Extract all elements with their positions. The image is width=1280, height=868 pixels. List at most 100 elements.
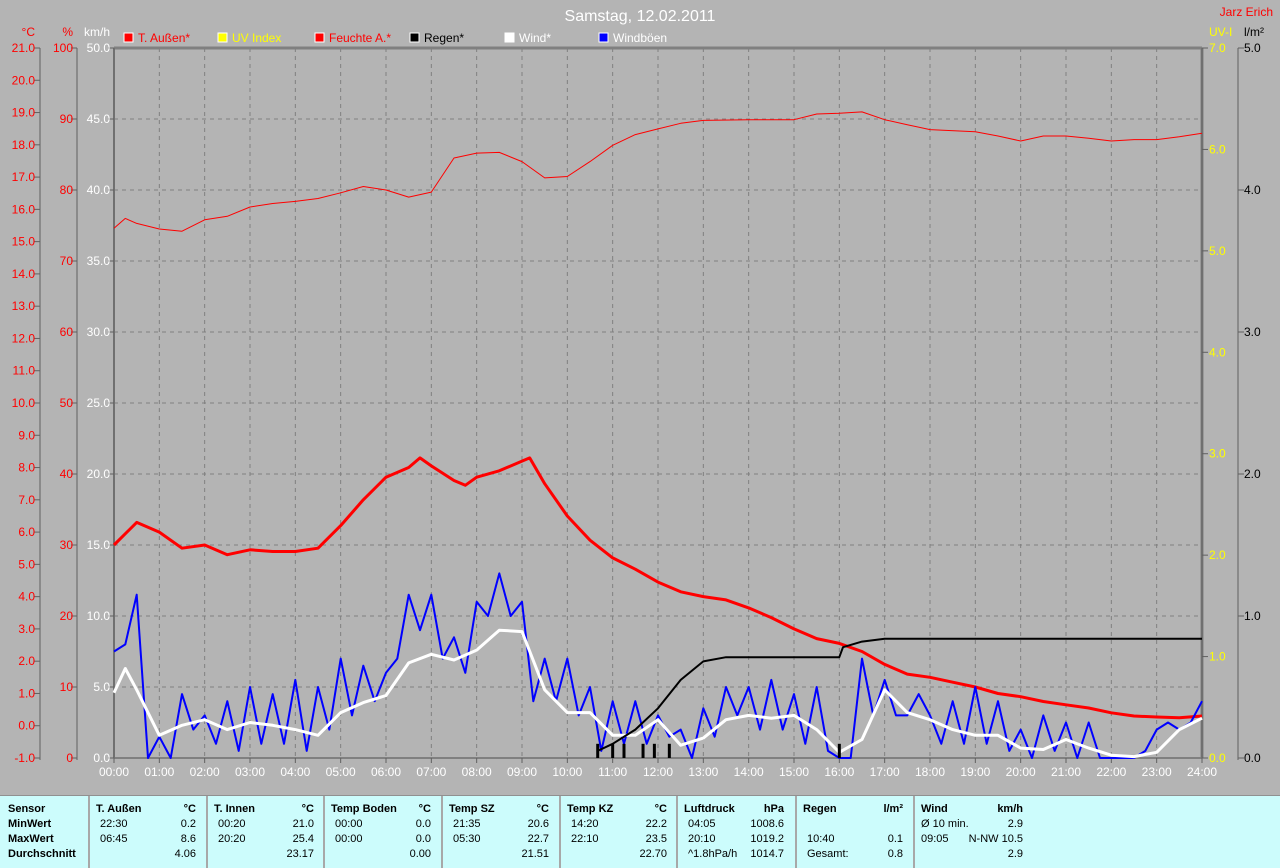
y-tick-label-temp: 20.0 (12, 73, 36, 87)
stats-column: Temp Boden °C 00:00 0.0 00:00 0.0 0.00 (323, 796, 441, 868)
stat-value: 22.2 (645, 818, 667, 830)
y-tick-label-temp: 21.0 (12, 41, 36, 55)
legend-swatch (409, 32, 420, 43)
x-tick-label: 19:00 (960, 765, 990, 779)
y-tick-label-rain: 4.0 (1244, 183, 1261, 197)
y-tick-label-humidity: 0 (66, 751, 73, 765)
stat-value: 8.6 (180, 833, 196, 845)
legend-label: Windböen (613, 31, 667, 45)
stat-value: 22.70 (639, 848, 667, 860)
x-tick-label: 11:00 (598, 765, 627, 779)
legend-label: Feuchte A.* (329, 31, 391, 45)
y-tick-label-uv: 1.0 (1209, 650, 1226, 664)
legend-swatch (123, 32, 134, 43)
stat-value: 1019.2 (750, 833, 784, 845)
y-tick-label-temp: 18.0 (12, 138, 36, 152)
y-axis-title-uv: UV-I (1209, 25, 1232, 39)
stat-value: 1014.7 (750, 848, 784, 860)
stats-column: Temp KZ °C 14:20 22.2 22:10 23.5 22.70 (559, 796, 677, 868)
x-tick-label: 01:00 (144, 765, 174, 779)
column-unit: hPa (763, 803, 784, 815)
y-tick-label-temp: 12.0 (12, 331, 36, 345)
stats-column: Regen l/m² 10:40 0.1 Gesamt: 0.8 (795, 796, 913, 868)
x-tick-label: 24:00 (1187, 765, 1217, 779)
stat-value: 20.6 (527, 818, 549, 830)
y-tick-label-uv: 6.0 (1209, 142, 1226, 156)
column-unit: km/h (997, 803, 1023, 815)
grid (113, 46, 1204, 759)
stat-value: N-NW 10.5 (968, 833, 1023, 845)
y-tick-label-uv: 4.0 (1209, 345, 1226, 359)
y-tick-label-temp: 2.0 (18, 654, 35, 668)
stat-value: 23.17 (286, 848, 314, 860)
sensor-header: Sensor (8, 803, 46, 815)
y-tick-label-humidity: 10 (60, 680, 74, 694)
stat-value: 0.0 (415, 833, 431, 845)
y-tick-label-temp: 6.0 (18, 525, 35, 539)
y-tick-label-rain: 1.0 (1244, 609, 1261, 623)
row-label: MinWert (8, 818, 52, 830)
x-tick-label: 22:00 (1096, 765, 1126, 779)
stat-value: 0.8 (887, 848, 903, 860)
x-tick-label: 09:00 (507, 765, 537, 779)
row-label: MaxWert (8, 833, 54, 845)
legend-label: T. Außen* (138, 31, 190, 45)
stats-column: Wind km/h Ø 10 min. 2.9 09:05 N-NW 10.5 2.9 (913, 796, 1031, 868)
y-axis-title-temp: °C (22, 25, 36, 39)
y-tick-label-wind: 40.0 (87, 183, 111, 197)
y-tick-label-temp: 19.0 (12, 106, 36, 120)
y-tick-label-humidity: 70 (60, 254, 74, 268)
chart-title: Samstag, 12.02.2011 (565, 8, 716, 25)
x-tick-label: 10:00 (552, 765, 582, 779)
x-tick-label: 14:00 (734, 765, 764, 779)
y-tick-label-uv: 2.0 (1209, 548, 1226, 562)
y-tick-label-rain: 5.0 (1244, 41, 1261, 55)
y-tick-label-wind: 10.0 (87, 609, 111, 623)
stat-value: 21.0 (292, 818, 314, 830)
x-tick-label: 18:00 (915, 765, 945, 779)
stat-value: 2.9 (1007, 848, 1023, 860)
x-tick-label: 17:00 (870, 765, 900, 779)
stat-value: 21.51 (521, 848, 549, 860)
y-tick-label-humidity: 30 (60, 538, 74, 552)
stat-value: 22.7 (527, 833, 549, 845)
x-tick-label: 06:00 (371, 765, 401, 779)
x-tick-label: 15:00 (779, 765, 809, 779)
y-tick-label-humidity: 80 (60, 183, 74, 197)
stats-column: T. Innen °C 00:20 21.0 20:20 25.4 23.17 (206, 796, 324, 868)
y-tick-label-wind: 0.0 (93, 751, 110, 765)
y-tick-label-humidity: 90 (60, 112, 74, 126)
x-tick-label: 08:00 (462, 765, 492, 779)
stat-value: 0.00 (409, 848, 431, 860)
legend-label: Wind* (519, 31, 551, 45)
column-unit: °C (418, 803, 431, 815)
y-tick-label-uv: 3.0 (1209, 447, 1226, 461)
series-line-regen (597, 637, 1202, 752)
stats-column: Temp SZ °C 21:35 20.6 05:30 22.7 21.51 (441, 796, 559, 868)
x-tick-label: 21:00 (1051, 765, 1081, 779)
y-tick-label-wind: 35.0 (87, 254, 111, 268)
stat-value: 23.5 (645, 833, 667, 845)
y-axis-title-humidity: % (62, 25, 73, 39)
y-tick-label-humidity: 40 (60, 467, 74, 481)
stats-column: T. Außen °C 22:30 0.2 06:45 8.6 4.06 (88, 796, 206, 868)
y-tick-label-wind: 25.0 (87, 396, 111, 410)
y-tick-label-humidity: 60 (60, 325, 74, 339)
x-tick-label: 20:00 (1006, 765, 1036, 779)
y-tick-label-wind: 20.0 (87, 467, 111, 481)
x-tick-label: 03:00 (235, 765, 265, 779)
legend-label: UV Index (232, 31, 281, 45)
x-tick-label: 05:00 (326, 765, 356, 779)
y-tick-label-temp: 8.0 (18, 461, 35, 475)
y-tick-label-temp: 3.0 (18, 622, 35, 636)
y-tick-label-temp: 7.0 (18, 493, 35, 507)
y-tick-label-temp: 0.0 (18, 719, 35, 733)
stat-value: 4.06 (174, 848, 196, 860)
legend-swatch (504, 32, 515, 43)
y-axis-title-rain: l/m² (1244, 25, 1264, 39)
column-unit: °C (654, 803, 667, 815)
stats-column: Luftdruck hPa 04:05 1008.6 20:10 1019.2 ^1.8hP… (676, 796, 794, 868)
x-tick-label: 12:00 (643, 765, 673, 779)
stat-value: 2.9 (1007, 818, 1023, 830)
statistics-table: Sensor MinWert MaxWert Durchschnitt T. Außen… (0, 795, 1280, 868)
